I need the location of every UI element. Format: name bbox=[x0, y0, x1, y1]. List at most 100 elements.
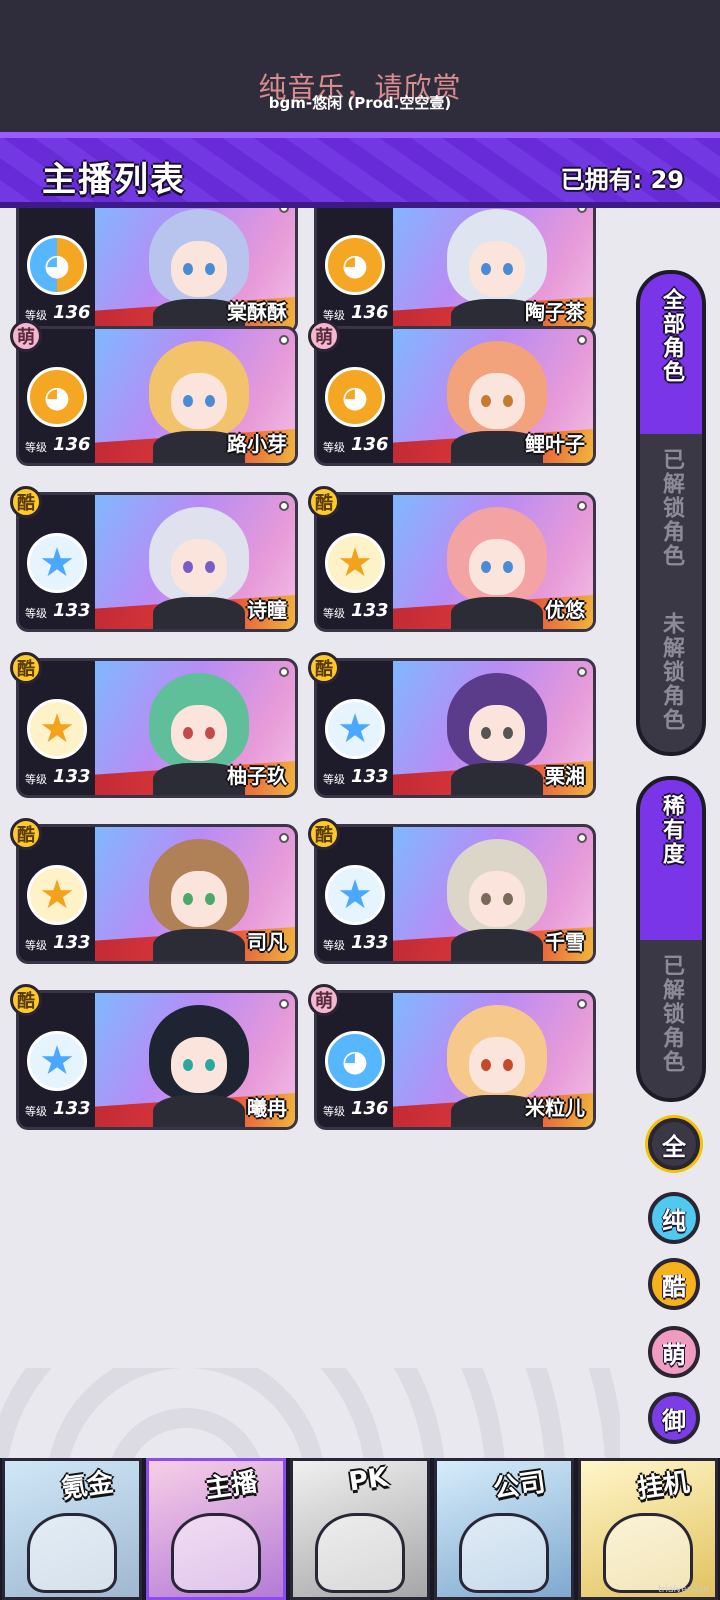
card-pin bbox=[577, 999, 587, 1009]
angry-cat-icon bbox=[315, 1513, 405, 1593]
card-pin bbox=[577, 667, 587, 677]
tab-unlocked-characters-2[interactable]: 已解锁角色 bbox=[640, 940, 702, 1098]
character-card[interactable]: ◕ 等级 136 陶子茶 bbox=[314, 208, 596, 334]
card-pin bbox=[279, 501, 289, 511]
face bbox=[469, 241, 525, 297]
level-value: 133 bbox=[53, 1098, 91, 1119]
card-pin bbox=[279, 833, 289, 843]
face bbox=[469, 539, 525, 595]
type-badge: 酷 bbox=[308, 652, 340, 684]
level-label: 等级 bbox=[323, 773, 345, 786]
level-value: 136 bbox=[351, 1098, 389, 1119]
outfit bbox=[153, 1095, 245, 1127]
character-name: 鲤叶子 bbox=[525, 432, 585, 456]
nav-label: PK bbox=[347, 1462, 391, 1498]
star-gold-icon: ★ bbox=[325, 533, 385, 593]
face bbox=[171, 539, 227, 595]
face bbox=[469, 705, 525, 761]
level-value: 136 bbox=[53, 434, 91, 455]
character-name: 千雪 bbox=[545, 930, 585, 954]
eye bbox=[205, 893, 215, 905]
character-name: 司凡 bbox=[247, 930, 287, 954]
eye bbox=[183, 893, 193, 905]
star-blue-icon: ★ bbox=[325, 865, 385, 925]
level-value: 133 bbox=[351, 932, 389, 953]
eye bbox=[183, 727, 193, 739]
level-label: 等级 bbox=[25, 1105, 47, 1118]
eye bbox=[503, 263, 513, 275]
watermark: trialversion bbox=[658, 1585, 709, 1595]
card-pin bbox=[577, 501, 587, 511]
character-card[interactable]: ★ 等级 133 曦冉 bbox=[16, 990, 298, 1130]
level-value: 136 bbox=[351, 434, 389, 455]
music-credit: bgm-悠闲 (Prod.空空壹) bbox=[268, 94, 452, 112]
eye bbox=[503, 395, 513, 407]
type-badge: 萌 bbox=[308, 320, 340, 352]
tab-label: 全部角色 bbox=[659, 288, 684, 384]
nav-money[interactable]: 氪金 bbox=[2, 1458, 142, 1600]
eye bbox=[503, 561, 513, 573]
character-card[interactable]: ★ 等级 133 栗湘 bbox=[314, 658, 596, 798]
star-blue-icon: ★ bbox=[27, 533, 87, 593]
eye bbox=[481, 727, 491, 739]
eye bbox=[183, 395, 193, 407]
nav-anchor[interactable]: 主播 bbox=[146, 1458, 286, 1600]
card-pin bbox=[577, 335, 587, 345]
level-label: 等级 bbox=[25, 441, 47, 454]
eye bbox=[205, 263, 215, 275]
type-filter-royal-button[interactable]: 御 bbox=[648, 1392, 700, 1444]
tab-all-characters[interactable]: 全部角色 bbox=[640, 274, 702, 434]
character-card[interactable]: ★ 等级 133 诗瞳 bbox=[16, 492, 298, 632]
type-filter-cute-button[interactable]: 萌 bbox=[648, 1326, 700, 1378]
eye bbox=[205, 395, 215, 407]
nav-idle[interactable]: 挂机 trialversion bbox=[578, 1458, 718, 1600]
character-name: 路小芽 bbox=[227, 432, 287, 456]
character-list[interactable]: ◕ 等级 136 棠酥酥 ◕ 等级 136 陶子茶 ◕ 等级 136 路小芽萌 ◕ 等级 136 鲤叶子萌 ★ 等… bbox=[0, 208, 620, 1458]
character-card[interactable]: ★ 等级 133 千雪 bbox=[314, 824, 596, 964]
tab-unlocked-characters[interactable]: 已解锁角色 bbox=[640, 434, 702, 598]
type-filter-all-button[interactable]: 全 bbox=[648, 1118, 700, 1170]
card-pin bbox=[279, 667, 289, 677]
type-filter-pure-button[interactable]: 纯 bbox=[648, 1192, 700, 1244]
tab-locked-characters[interactable]: 未解锁角色 bbox=[640, 598, 702, 752]
level-label: 等级 bbox=[323, 1105, 345, 1118]
level-value: 133 bbox=[351, 600, 389, 621]
star-blue-icon: ★ bbox=[325, 699, 385, 759]
tab-rarity[interactable]: 稀有度 bbox=[640, 780, 702, 940]
level-value: 136 bbox=[351, 302, 389, 323]
nav-company[interactable]: 公司 bbox=[434, 1458, 574, 1600]
type-badge: 萌 bbox=[10, 320, 42, 352]
face bbox=[171, 1037, 227, 1093]
music-bar: 纯音乐，请欣赏 bgm-悠闲 (Prod.空空壹) bbox=[0, 0, 720, 132]
level-label: 等级 bbox=[323, 939, 345, 952]
character-portrait bbox=[437, 503, 557, 629]
background-pattern bbox=[0, 1368, 620, 1458]
owned-count: 已拥有: 29 bbox=[560, 166, 684, 194]
eye bbox=[205, 1059, 215, 1071]
outfit bbox=[451, 763, 543, 795]
face bbox=[171, 871, 227, 927]
character-portrait bbox=[139, 835, 259, 961]
outfit bbox=[451, 597, 543, 629]
character-card[interactable]: ◕ 等级 136 鲤叶子 bbox=[314, 326, 596, 466]
outfit bbox=[153, 929, 245, 961]
character-card[interactable]: ◕ 等级 136 路小芽 bbox=[16, 326, 298, 466]
level-label: 等级 bbox=[323, 607, 345, 620]
tab-label: 已解锁角色 bbox=[659, 954, 684, 1074]
character-card[interactable]: ◕ 等级 136 棠酥酥 bbox=[16, 208, 298, 334]
eye bbox=[205, 561, 215, 573]
character-name: 诗瞳 bbox=[247, 598, 287, 622]
character-card[interactable]: ★ 等级 133 优悠 bbox=[314, 492, 596, 632]
eye bbox=[503, 727, 513, 739]
character-name: 米粒儿 bbox=[525, 1096, 585, 1120]
character-card[interactable]: ★ 等级 133 柚子玖 bbox=[16, 658, 298, 798]
eye bbox=[503, 1059, 513, 1071]
sleeping-pig-icon bbox=[603, 1513, 693, 1593]
character-card[interactable]: ★ 等级 133 司凡 bbox=[16, 824, 298, 964]
character-card[interactable]: ◕ 等级 136 米粒儿 bbox=[314, 990, 596, 1130]
card-pin bbox=[577, 833, 587, 843]
type-filter-cool-button[interactable]: 酷 bbox=[648, 1258, 700, 1310]
nav-pk[interactable]: PK bbox=[290, 1458, 430, 1600]
eye bbox=[481, 395, 491, 407]
level-value: 133 bbox=[53, 600, 91, 621]
